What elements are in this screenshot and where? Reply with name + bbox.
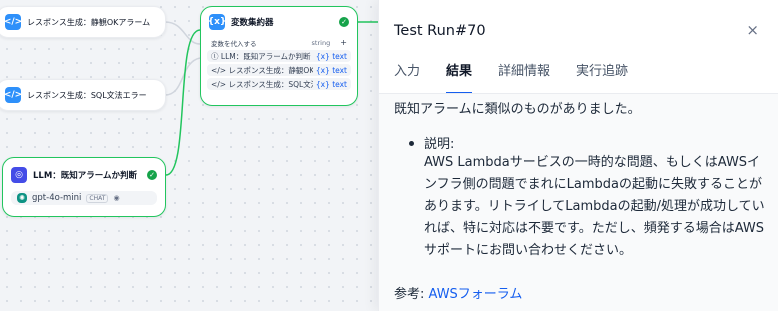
success-check-icon: ✓ xyxy=(147,170,157,180)
variable-row[interactable]: </> レスポンス生成：SQL文法... {x} text xyxy=(207,78,351,90)
model-selector[interactable]: ✺ gpt-4o-mini CHAT ◉ xyxy=(11,191,157,205)
node-title: LLM：既知アラームか判断 xyxy=(33,171,138,181)
eye-icon: ◉ xyxy=(113,194,120,202)
tab-tracing[interactable]: 実行追跡 xyxy=(576,60,628,86)
tab-input[interactable]: 入力 xyxy=(394,60,420,86)
test-run-panel: Test Run#70 × 入力 結果 詳細情報 実行追跡 既知アラームに類似の… xyxy=(378,0,778,311)
assign-label: 変数を代入する xyxy=(211,40,257,48)
variable-row[interactable]: ⓛ LLM：既知アラームか判断 {x} text xyxy=(207,50,351,62)
model-badge: CHAT xyxy=(86,193,109,203)
edge-sql-error xyxy=(164,57,201,96)
variable-icon: {x} xyxy=(208,14,226,30)
tab-result[interactable]: 結果 xyxy=(446,60,473,94)
variable-label: ⓛ LLM：既知アラームか判断 xyxy=(211,51,311,61)
llm-icon: ◎ xyxy=(11,167,27,183)
panel-title: Test Run#70 xyxy=(394,23,486,39)
node-title: レスポンス生成：SQL文法エラー xyxy=(27,90,147,100)
openai-icon: ✺ xyxy=(17,193,27,203)
node-static-ok-response[interactable]: </> レスポンス生成：静観OKアラーム xyxy=(0,6,166,38)
reference-link[interactable]: AWSフォーラム xyxy=(429,287,523,302)
result-summary: 既知アラームに類似のものがありました。 xyxy=(394,102,641,117)
result-content: 既知アラームに類似のものがありました。 説明: AWS Lambdaサービスの一… xyxy=(379,94,778,311)
bullet-text: AWS Lambdaサービスの一時的な問題、もしくはAWSインフラ側の問題でまれ… xyxy=(424,155,765,258)
close-icon[interactable]: × xyxy=(746,21,759,39)
reference-line: 参考: AWSフォーラム xyxy=(394,283,522,302)
type-label: string xyxy=(311,39,331,47)
add-variable-button[interactable]: + xyxy=(340,38,347,47)
tab-bar: 入力 結果 詳細情報 実行追跡 xyxy=(394,60,628,94)
node-variable-aggregator[interactable]: {x} 変数集約器 ✓ 変数を代入する string + ⓛ LLM：既知アラー… xyxy=(200,6,358,106)
model-name: gpt-4o-mini xyxy=(32,193,82,203)
assign-row: 変数を代入する string + xyxy=(201,38,357,48)
variable-type: {x} text xyxy=(315,65,347,75)
node-llm-known-alarm[interactable]: ◎ LLM：既知アラームか判断 ✓ ✺ gpt-4o-mini CHAT ◉ xyxy=(2,157,166,217)
node-title: レスポンス生成：静観OKアラーム xyxy=(27,17,151,27)
variable-label: </> レスポンス生成：SQL文法... xyxy=(211,79,313,89)
variable-row[interactable]: </> レスポンス生成：静観OKア... {x} text xyxy=(207,64,351,76)
variable-label: </> レスポンス生成：静観OKア... xyxy=(211,65,313,75)
success-check-icon: ✓ xyxy=(339,17,349,27)
bullet-dot xyxy=(409,141,414,146)
variable-type: {x} text xyxy=(315,79,347,89)
code-icon: </> xyxy=(4,87,22,103)
bullet-label: 説明: xyxy=(424,137,455,152)
code-icon: </> xyxy=(4,14,22,30)
tab-details[interactable]: 詳細情報 xyxy=(498,60,550,86)
reference-label: 参考: xyxy=(394,287,429,302)
node-title: 変数集約器 xyxy=(231,18,274,28)
node-sql-error-response[interactable]: </> レスポンス生成：SQL文法エラー xyxy=(0,79,166,111)
edge-llm xyxy=(165,29,201,176)
variable-type: {x} text xyxy=(315,51,347,61)
